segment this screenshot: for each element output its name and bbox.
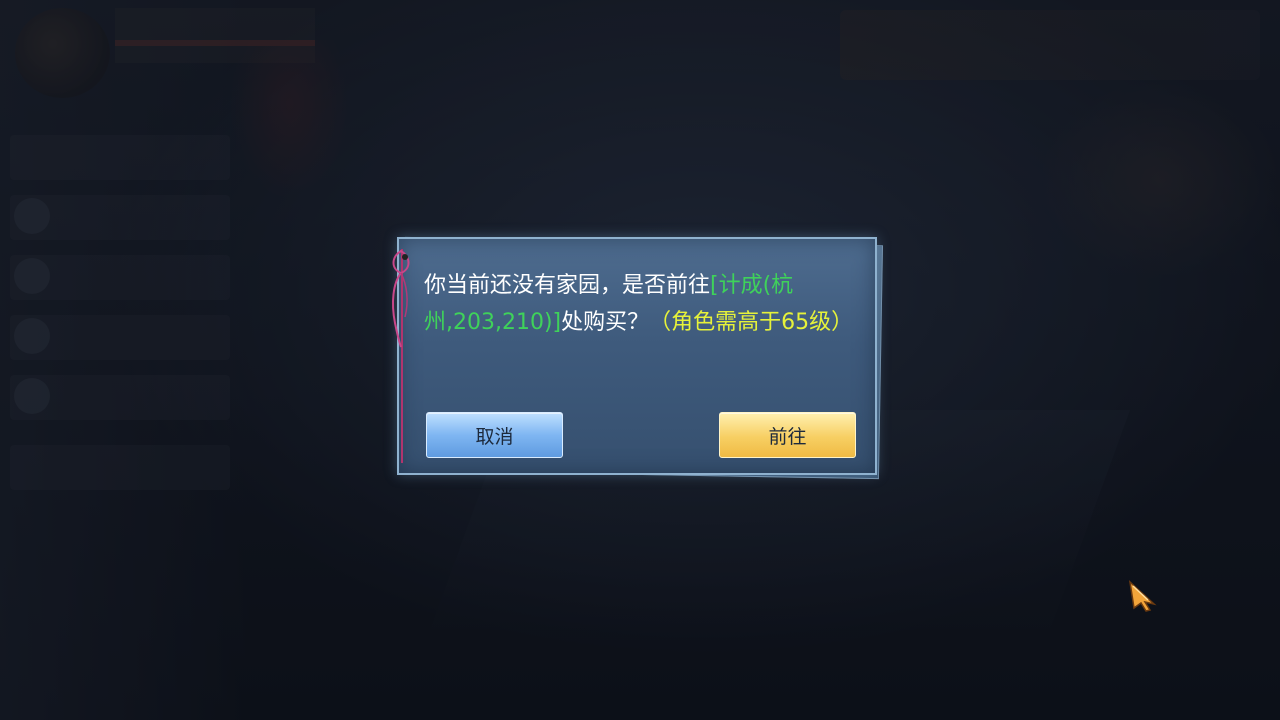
message-middle: 处购买？ [561,310,650,335]
go-button[interactable]: 前往 [719,412,856,458]
cancel-button-label: 取消 [475,425,514,448]
ribbon-icon [392,249,410,348]
confirm-dialog: 你当前还没有家园，是否前往[计成(杭州,203,210)]处购买？（角色需高于6… [392,236,884,480]
message-prefix: 你当前还没有家园，是否前往 [424,273,711,298]
dialog-body: 你当前还没有家园，是否前往[计成(杭州,203,210)]处购买？（角色需高于6… [397,237,877,475]
go-button-label: 前往 [768,425,807,448]
game-scene: 你当前还没有家园，是否前往[计成(杭州,203,210)]处购买？（角色需高于6… [0,0,1280,720]
dialog-message: 你当前还没有家园，是否前往[计成(杭州,203,210)]处购买？（角色需高于6… [424,267,854,341]
level-requirement: （角色需高于65级） [649,310,854,335]
arrow-cursor-icon [1128,580,1157,612]
cancel-button[interactable]: 取消 [426,412,563,458]
